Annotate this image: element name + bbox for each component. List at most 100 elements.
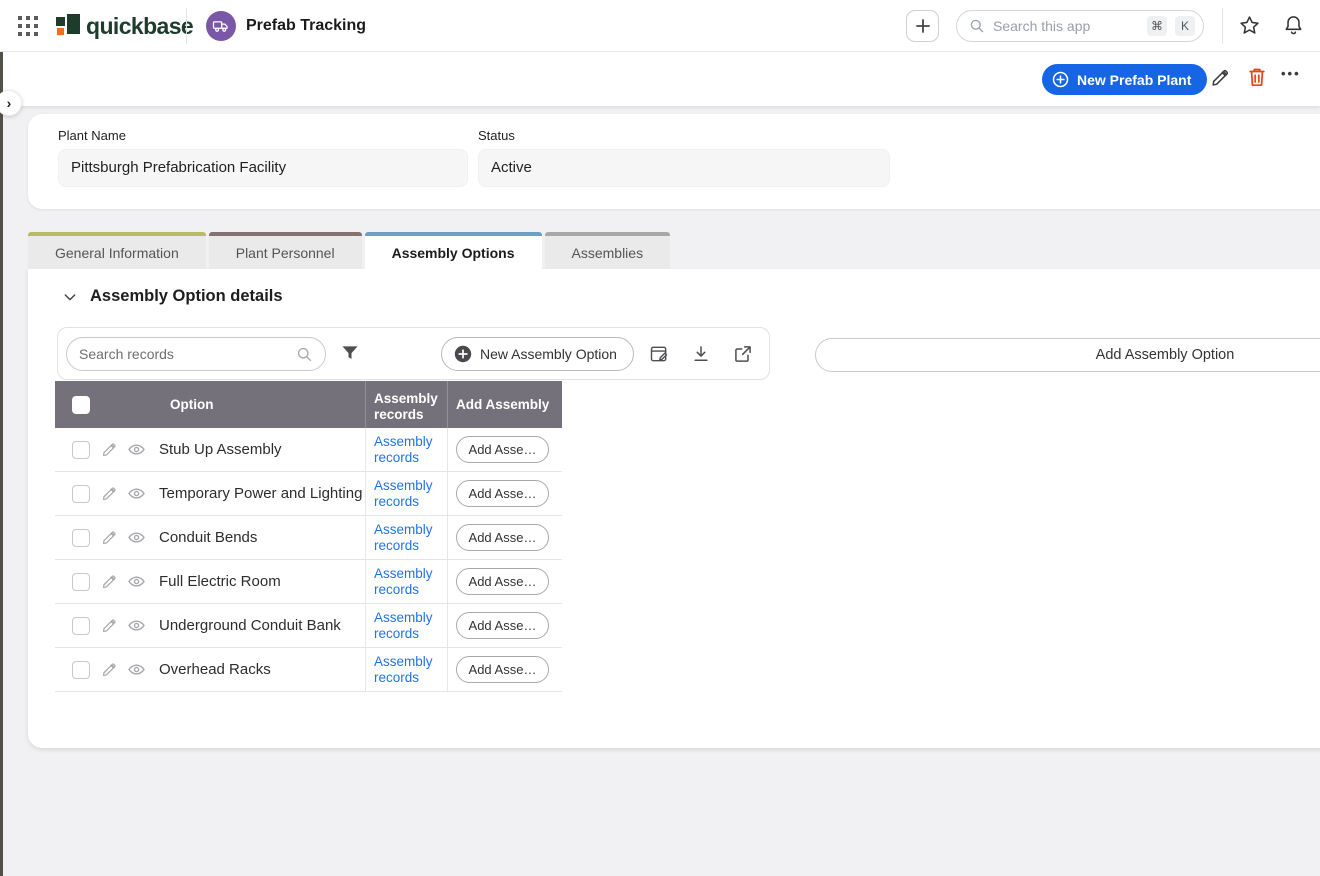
option-name[interactable]: Stub Up Assembly xyxy=(159,441,282,458)
table-row: Full Electric Room Assembly records Add … xyxy=(55,560,562,604)
quickbase-logo[interactable]: quickbase xyxy=(56,13,193,40)
option-name[interactable]: Underground Conduit Bank xyxy=(159,617,341,634)
search-records-input[interactable] xyxy=(79,346,288,362)
table-row: Underground Conduit Bank Assembly record… xyxy=(55,604,562,648)
plus-circle-icon xyxy=(1052,71,1069,88)
assembly-records-link[interactable]: Assembly records xyxy=(374,434,438,464)
more-actions-ellipsis[interactable]: ••• xyxy=(1281,66,1301,81)
column-header-add-assembly: Add Assembly xyxy=(447,381,562,428)
add-assembly-button[interactable]: Add Asse… xyxy=(456,568,549,595)
column-header-option: Option xyxy=(170,397,214,413)
view-eye-icon[interactable] xyxy=(127,572,146,591)
global-add-button[interactable] xyxy=(906,10,939,42)
shortcut-k-badge: K xyxy=(1175,16,1195,36)
edit-pencil-icon[interactable] xyxy=(101,441,118,458)
assembly-records-link[interactable]: Assembly records xyxy=(374,610,438,640)
quickbase-logo-icon xyxy=(56,14,80,39)
add-assembly-button[interactable]: Add Asse… xyxy=(456,436,549,463)
notifications-bell-icon[interactable] xyxy=(1282,13,1305,37)
assembly-options-panel: Assembly Option details xyxy=(28,269,1320,748)
add-assembly-button[interactable]: Add Asse… xyxy=(456,524,549,551)
app-switcher-icon[interactable] xyxy=(18,16,38,36)
expand-panel-button[interactable]: › xyxy=(0,90,22,116)
new-assembly-option-label: New Assembly Option xyxy=(480,346,617,362)
view-eye-icon[interactable] xyxy=(127,440,146,459)
add-assembly-button[interactable]: Add Asse… xyxy=(456,480,549,507)
assembly-records-link[interactable]: Assembly records xyxy=(374,478,438,508)
edit-pencil-icon[interactable] xyxy=(101,573,118,590)
edit-pencil-icon[interactable] xyxy=(101,661,118,678)
app-truck-icon xyxy=(206,11,236,41)
edit-record-pencil-icon[interactable] xyxy=(1210,67,1231,88)
delete-trash-icon[interactable] xyxy=(1247,66,1267,88)
assembly-records-link[interactable]: Assembly records xyxy=(374,522,438,552)
field-status: Status Active xyxy=(478,128,890,187)
plus-circle-icon xyxy=(454,345,472,363)
filter-funnel-icon[interactable] xyxy=(340,343,360,363)
topbar-divider xyxy=(1222,8,1223,44)
collapsed-sidebar-strip xyxy=(0,52,3,876)
search-records-box[interactable] xyxy=(66,337,326,371)
app-name: Prefab Tracking xyxy=(246,17,366,35)
view-eye-icon[interactable] xyxy=(127,616,146,635)
topbar-divider xyxy=(186,8,187,44)
new-prefab-plant-button[interactable]: New Prefab Plant xyxy=(1042,64,1207,95)
search-icon xyxy=(296,346,313,363)
field-plant-name: Plant Name Pittsburgh Prefabrication Fac… xyxy=(58,128,468,187)
section-title: Assembly Option details xyxy=(90,287,283,306)
table-row: Temporary Power and Lighting Assembly re… xyxy=(55,472,562,516)
record-tabs: General Information Plant Personnel Asse… xyxy=(28,232,670,269)
add-assembly-option-button[interactable]: Add Assembly Option xyxy=(815,338,1320,372)
row-checkbox[interactable] xyxy=(72,441,90,459)
status-value: Active xyxy=(478,149,890,187)
favorite-star-icon[interactable] xyxy=(1238,14,1261,37)
view-eye-icon[interactable] xyxy=(127,660,146,679)
app-home-link[interactable]: Prefab Tracking xyxy=(206,11,366,41)
assembly-records-link[interactable]: Assembly records xyxy=(374,654,438,684)
top-bar: quickbase Prefab Tracking ⌘ K xyxy=(0,0,1320,52)
app-search-input[interactable] xyxy=(993,18,1139,34)
new-assembly-option-button[interactable]: New Assembly Option xyxy=(441,337,634,371)
option-name[interactable]: Conduit Bends xyxy=(159,529,257,546)
option-name[interactable]: Full Electric Room xyxy=(159,573,281,590)
edit-pencil-icon[interactable] xyxy=(101,617,118,634)
option-name[interactable]: Overhead Racks xyxy=(159,661,271,678)
row-checkbox[interactable] xyxy=(72,573,90,591)
table-row: Stub Up Assembly Assembly records Add As… xyxy=(55,428,562,472)
new-prefab-plant-label: New Prefab Plant xyxy=(1077,72,1191,88)
tab-general-information[interactable]: General Information xyxy=(28,232,206,269)
grid-edit-icon[interactable] xyxy=(649,344,669,364)
record-fields-card: Plant Name Pittsburgh Prefabrication Fac… xyxy=(28,114,1320,209)
section-collapse-header[interactable]: Assembly Option details xyxy=(62,287,283,306)
row-checkbox[interactable] xyxy=(72,485,90,503)
assembly-records-link[interactable]: Assembly records xyxy=(374,566,438,596)
row-checkbox[interactable] xyxy=(72,661,90,679)
edit-pencil-icon[interactable] xyxy=(101,485,118,502)
add-assembly-button[interactable]: Add Asse… xyxy=(456,656,549,683)
table-row: Conduit Bends Assembly records Add Asse… xyxy=(55,516,562,560)
plant-name-label: Plant Name xyxy=(58,128,468,143)
tab-assemblies[interactable]: Assemblies xyxy=(545,232,671,269)
row-checkbox[interactable] xyxy=(72,617,90,635)
view-eye-icon[interactable] xyxy=(127,484,146,503)
status-label: Status xyxy=(478,128,890,143)
table-header-row: Option Assembly records Add Assembly xyxy=(55,381,562,428)
search-icon xyxy=(969,18,985,34)
edit-pencil-icon[interactable] xyxy=(101,529,118,546)
row-checkbox[interactable] xyxy=(72,529,90,547)
app-search[interactable]: ⌘ K xyxy=(956,10,1204,42)
chevron-down-icon xyxy=(62,289,78,305)
column-header-assembly-records: Assembly records xyxy=(365,381,447,428)
download-icon[interactable] xyxy=(691,344,711,364)
select-all-checkbox[interactable] xyxy=(72,396,90,414)
report-toolbar: New Assembly Option xyxy=(57,327,770,380)
option-name[interactable]: Temporary Power and Lighting xyxy=(159,485,362,502)
open-in-new-icon[interactable] xyxy=(733,344,753,364)
table-row: Overhead Racks Assembly records Add Asse… xyxy=(55,648,562,692)
assembly-options-table: Option Assembly records Add Assembly Stu… xyxy=(55,381,562,692)
tab-plant-personnel[interactable]: Plant Personnel xyxy=(209,232,362,269)
view-eye-icon[interactable] xyxy=(127,528,146,547)
tab-assembly-options[interactable]: Assembly Options xyxy=(365,232,542,269)
shortcut-cmd-badge: ⌘ xyxy=(1147,16,1167,36)
add-assembly-button[interactable]: Add Asse… xyxy=(456,612,549,639)
